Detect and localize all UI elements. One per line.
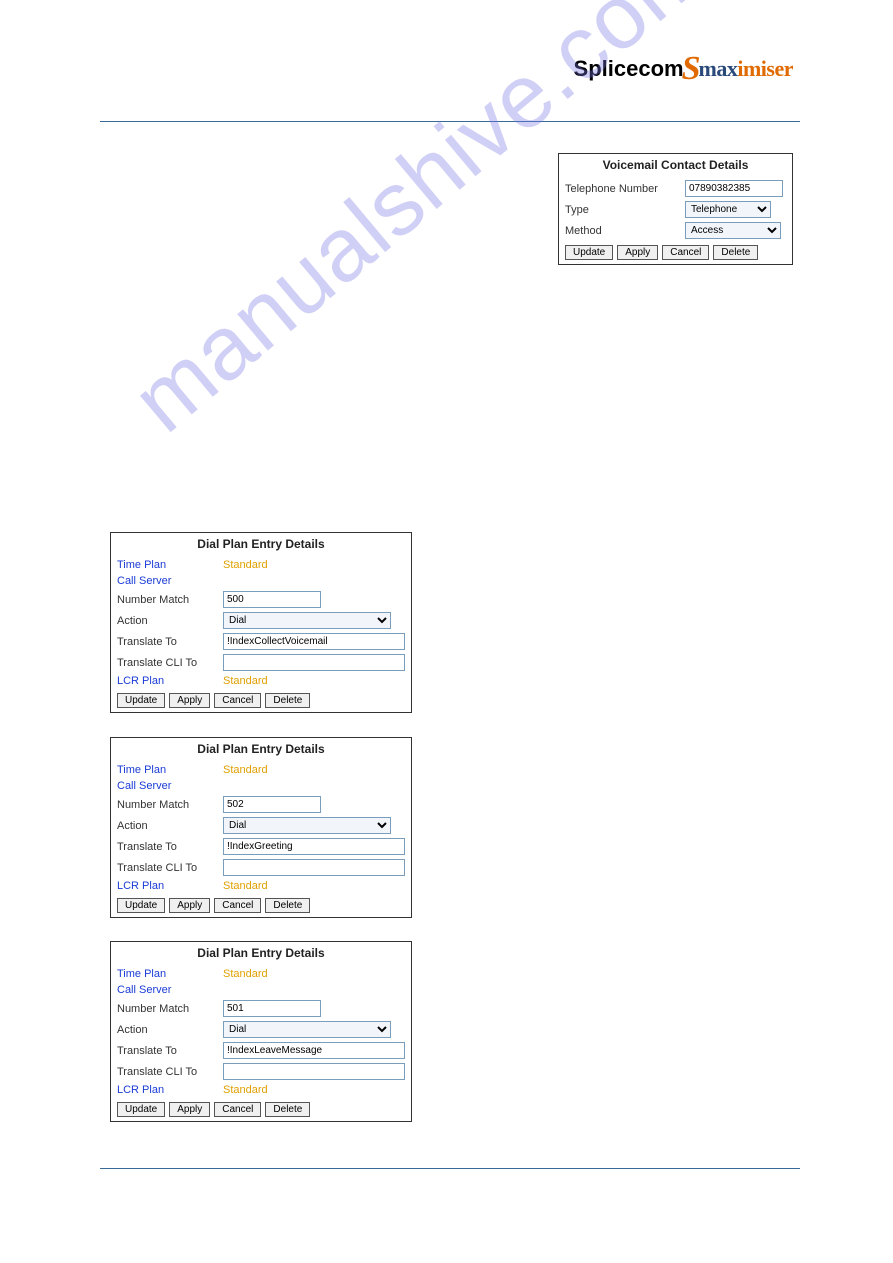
lcr-plan-link[interactable]: LCR Plan bbox=[117, 880, 223, 892]
time-plan-link[interactable]: Time Plan bbox=[117, 968, 223, 980]
call-server-link[interactable]: Call Server bbox=[117, 575, 223, 587]
page: SplicecomSmaximiser manualshive.com Voic… bbox=[0, 0, 893, 1263]
translate-to-input[interactable] bbox=[223, 633, 405, 650]
logo: SplicecomSmaximiser bbox=[574, 50, 793, 88]
time-plan-value[interactable]: Standard bbox=[223, 559, 268, 571]
action-label: Action bbox=[117, 1024, 223, 1036]
number-match-input[interactable] bbox=[223, 591, 321, 608]
dial-title: Dial Plan Entry Details bbox=[111, 942, 411, 966]
delete-button[interactable]: Delete bbox=[713, 245, 758, 260]
tel-input[interactable] bbox=[685, 180, 783, 197]
dial-panel-3: Dial Plan Entry Details Time PlanStandar… bbox=[110, 941, 412, 1122]
type-select[interactable]: Telephone bbox=[685, 201, 771, 218]
logo-splice: Splice bbox=[574, 56, 639, 82]
voicemail-panel: Voicemail Contact Details Telephone Numb… bbox=[558, 153, 793, 265]
method-select[interactable]: Access bbox=[685, 222, 781, 239]
translate-to-input[interactable] bbox=[223, 1042, 405, 1059]
tel-label: Telephone Number bbox=[565, 183, 685, 195]
logo-com: com bbox=[638, 56, 683, 82]
apply-button[interactable]: Apply bbox=[169, 898, 210, 913]
lcr-plan-link[interactable]: LCR Plan bbox=[117, 1084, 223, 1096]
translate-cli-input[interactable] bbox=[223, 654, 405, 671]
action-select[interactable]: Dial bbox=[223, 612, 391, 629]
number-match-label: Number Match bbox=[117, 799, 223, 811]
footer-divider bbox=[100, 1168, 800, 1169]
apply-button[interactable]: Apply bbox=[617, 245, 658, 260]
translate-cli-input[interactable] bbox=[223, 1063, 405, 1080]
translate-cli-label: Translate CLI To bbox=[117, 1066, 223, 1078]
translate-to-label: Translate To bbox=[117, 636, 223, 648]
cancel-button[interactable]: Cancel bbox=[214, 898, 261, 913]
apply-button[interactable]: Apply bbox=[169, 1102, 210, 1117]
header-divider bbox=[100, 121, 800, 122]
type-label: Type bbox=[565, 204, 685, 216]
lcr-plan-value[interactable]: Standard bbox=[223, 880, 268, 892]
lcr-plan-value[interactable]: Standard bbox=[223, 1084, 268, 1096]
cancel-button[interactable]: Cancel bbox=[662, 245, 709, 260]
action-select[interactable]: Dial bbox=[223, 1021, 391, 1038]
number-match-label: Number Match bbox=[117, 1003, 223, 1015]
method-label: Method bbox=[565, 225, 685, 237]
action-label: Action bbox=[117, 820, 223, 832]
delete-button[interactable]: Delete bbox=[265, 693, 310, 708]
voicemail-title: Voicemail Contact Details bbox=[559, 154, 792, 178]
time-plan-link[interactable]: Time Plan bbox=[117, 559, 223, 571]
time-plan-value[interactable]: Standard bbox=[223, 764, 268, 776]
number-match-input[interactable] bbox=[223, 796, 321, 813]
translate-to-input[interactable] bbox=[223, 838, 405, 855]
translate-cli-label: Translate CLI To bbox=[117, 657, 223, 669]
apply-button[interactable]: Apply bbox=[169, 693, 210, 708]
call-server-link[interactable]: Call Server bbox=[117, 984, 223, 996]
update-button[interactable]: Update bbox=[565, 245, 613, 260]
delete-button[interactable]: Delete bbox=[265, 1102, 310, 1117]
logo-imiser: imiser bbox=[737, 56, 793, 82]
update-button[interactable]: Update bbox=[117, 693, 165, 708]
time-plan-link[interactable]: Time Plan bbox=[117, 764, 223, 776]
cancel-button[interactable]: Cancel bbox=[214, 1102, 261, 1117]
number-match-input[interactable] bbox=[223, 1000, 321, 1017]
update-button[interactable]: Update bbox=[117, 1102, 165, 1117]
delete-button[interactable]: Delete bbox=[265, 898, 310, 913]
translate-cli-input[interactable] bbox=[223, 859, 405, 876]
translate-cli-label: Translate CLI To bbox=[117, 862, 223, 874]
translate-to-label: Translate To bbox=[117, 1045, 223, 1057]
logo-max: max bbox=[699, 56, 738, 82]
lcr-plan-link[interactable]: LCR Plan bbox=[117, 675, 223, 687]
time-plan-value[interactable]: Standard bbox=[223, 968, 268, 980]
action-select[interactable]: Dial bbox=[223, 817, 391, 834]
dial-panel-2: Dial Plan Entry Details Time PlanStandar… bbox=[110, 737, 412, 918]
dial-title: Dial Plan Entry Details bbox=[111, 738, 411, 762]
action-label: Action bbox=[117, 615, 223, 627]
dial-panel-1: Dial Plan Entry Details Time PlanStandar… bbox=[110, 532, 412, 713]
update-button[interactable]: Update bbox=[117, 898, 165, 913]
translate-to-label: Translate To bbox=[117, 841, 223, 853]
call-server-link[interactable]: Call Server bbox=[117, 780, 223, 792]
cancel-button[interactable]: Cancel bbox=[214, 693, 261, 708]
dial-title: Dial Plan Entry Details bbox=[111, 533, 411, 557]
number-match-label: Number Match bbox=[117, 594, 223, 606]
lcr-plan-value[interactable]: Standard bbox=[223, 675, 268, 687]
